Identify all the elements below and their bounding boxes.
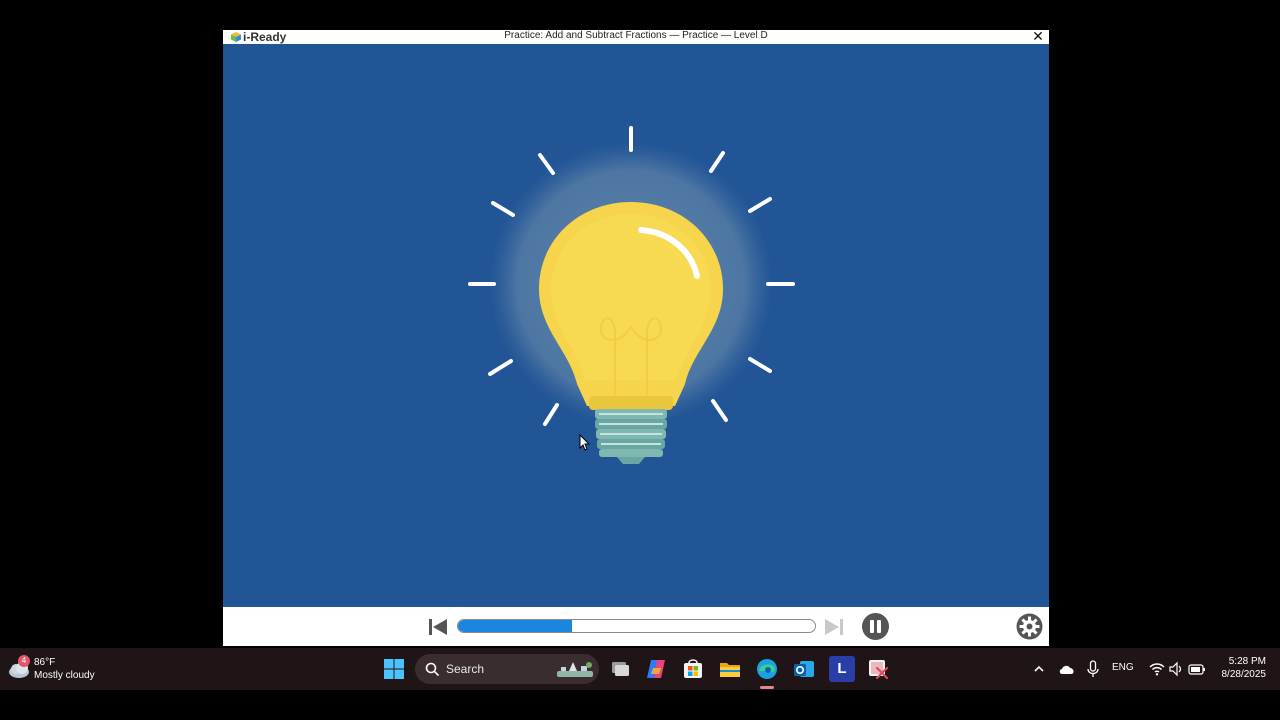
weather-alert-badge: 4 — [18, 655, 30, 667]
active-app-indicator — [760, 686, 774, 689]
close-button[interactable]: ✕ — [1031, 29, 1045, 43]
skip-forward-icon[interactable] — [823, 617, 845, 637]
clock-date: 8/28/2025 — [1221, 669, 1267, 680]
file-explorer-icon[interactable] — [717, 656, 743, 682]
weather-widget[interactable]: 4 86°F Mostly cloudy — [6, 655, 126, 683]
copilot-icon[interactable] — [643, 656, 669, 682]
microphone-icon[interactable] — [1086, 660, 1100, 678]
search-icon — [425, 662, 439, 676]
pause-button[interactable] — [862, 613, 889, 640]
pause-icon — [870, 620, 874, 633]
chevron-up-icon[interactable] — [1032, 662, 1046, 676]
title-bar: i-Ready Practice: Add and Subtract Fract… — [223, 29, 1049, 44]
lightbulb-icon — [468, 126, 795, 464]
onedrive-icon[interactable] — [1058, 662, 1076, 676]
l-app-icon[interactable]: L — [829, 656, 855, 682]
window-title: Practice: Add and Subtract Fractions — P… — [504, 30, 768, 41]
edge-icon[interactable] — [754, 656, 780, 682]
windows-taskbar: 4 86°F Mostly cloudy Search L ENG 5:28 P… — [0, 648, 1280, 690]
snipping-tool-icon[interactable] — [865, 656, 891, 682]
weather-description: Mostly cloudy — [34, 670, 95, 681]
gear-icon[interactable] — [1016, 613, 1043, 640]
windows-start-icon[interactable] — [381, 656, 407, 682]
progress-fill — [458, 620, 573, 632]
taskbar-search[interactable]: Search — [415, 654, 599, 684]
progress-bar[interactable] — [457, 619, 816, 633]
weather-temperature: 86°F — [34, 657, 56, 668]
battery-icon[interactable] — [1188, 661, 1206, 677]
outlook-icon[interactable] — [791, 656, 817, 682]
wifi-icon[interactable] — [1149, 661, 1165, 677]
volume-icon[interactable] — [1168, 661, 1184, 677]
clock-time: 5:28 PM — [1228, 656, 1266, 667]
search-label: Search — [446, 662, 485, 676]
desktop-screen: i-Ready Practice: Add and Subtract Fract… — [0, 0, 1280, 720]
iready-app-window: i-Ready Practice: Add and Subtract Fract… — [223, 29, 1049, 646]
search-highlight-icon — [557, 662, 593, 677]
language-indicator[interactable]: ENG — [1112, 662, 1134, 673]
player-controls — [223, 607, 1049, 646]
skip-back-icon[interactable] — [427, 617, 449, 637]
task-view-icon[interactable] — [607, 656, 633, 682]
microsoft-store-icon[interactable] — [680, 656, 706, 682]
mouse-cursor-icon — [579, 433, 591, 451]
lesson-stage — [223, 44, 1049, 607]
bulb-base — [595, 409, 667, 464]
taskbar-clock[interactable]: 5:28 PM 8/28/2025 — [1210, 655, 1267, 681]
